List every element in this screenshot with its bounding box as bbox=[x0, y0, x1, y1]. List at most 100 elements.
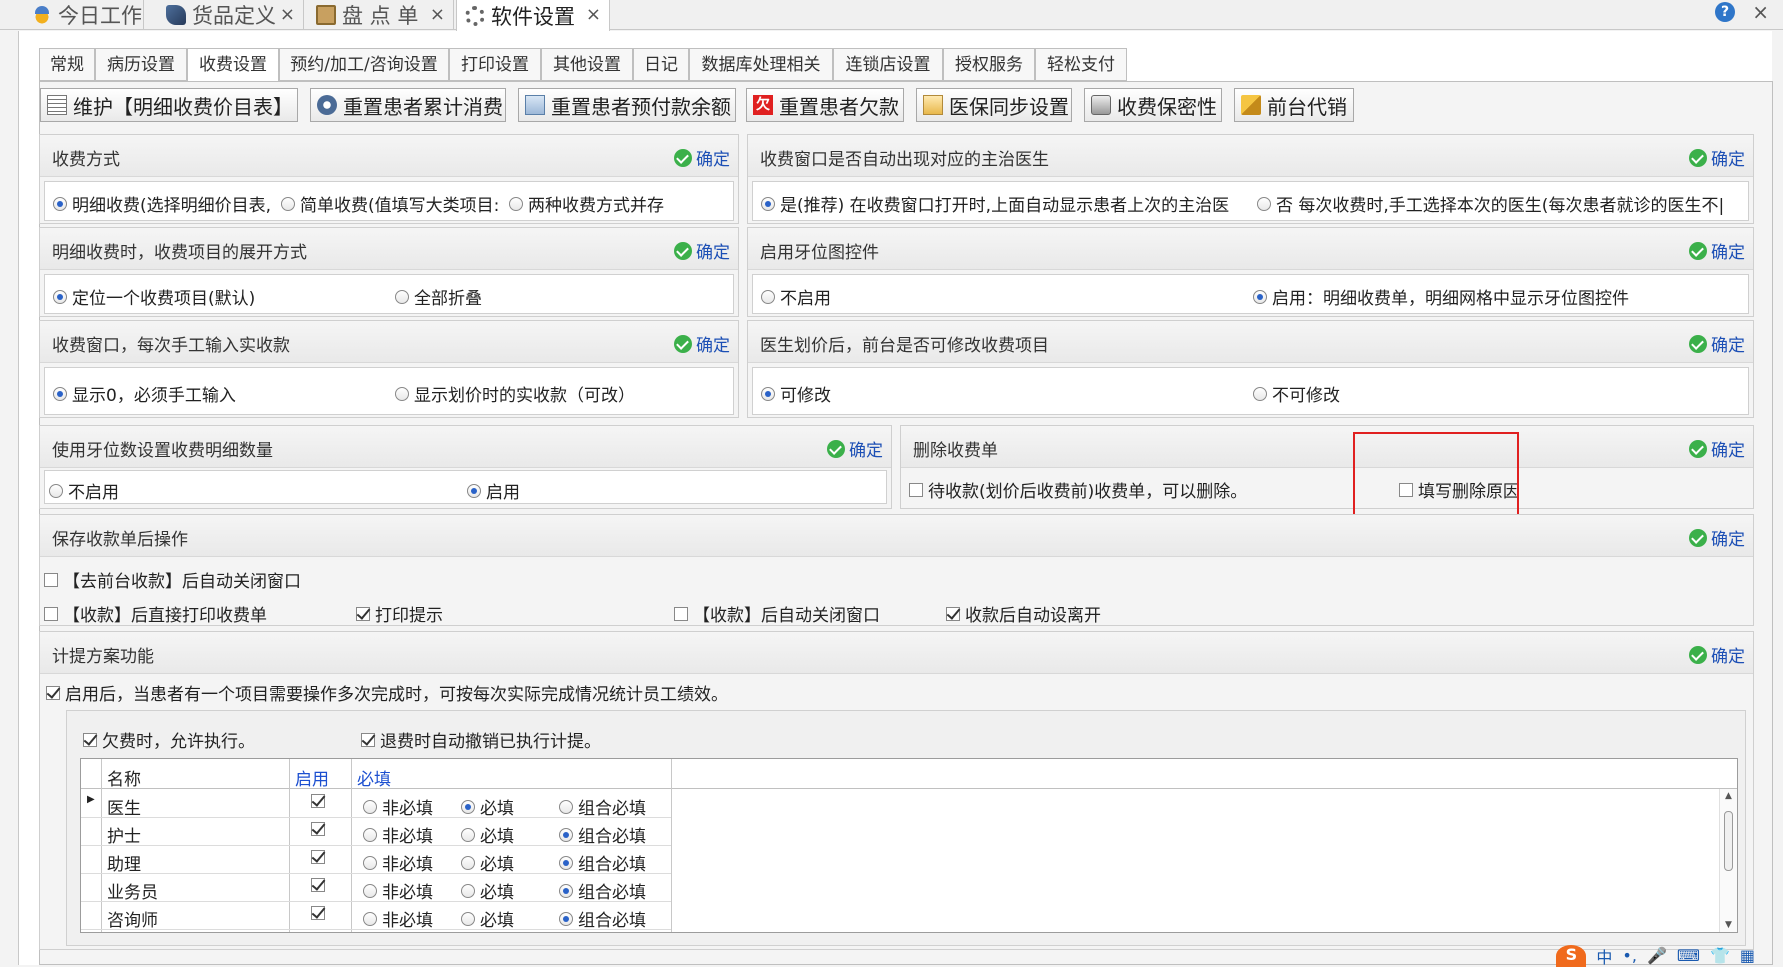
radio-button[interactable] bbox=[281, 196, 295, 211]
close-icon[interactable]: × bbox=[280, 4, 295, 25]
cell-required[interactable]: 必填 bbox=[461, 850, 514, 875]
radio-button[interactable] bbox=[461, 883, 475, 898]
checkbox[interactable] bbox=[311, 794, 325, 808]
checkbox[interactable] bbox=[311, 850, 325, 864]
cell-enabled[interactable] bbox=[311, 906, 330, 920]
checkbox-enable-commission[interactable]: 启用后，当患者有一个项目需要操作多次完成时，可按每次实际完成情况统计员工绩效。 bbox=[46, 680, 728, 705]
table-row[interactable]: ▶ 医生 非必填 必填 组合必填 bbox=[81, 790, 671, 819]
column-header-name[interactable]: 名称 bbox=[107, 765, 141, 790]
cell-enabled[interactable] bbox=[311, 822, 330, 836]
confirm-button[interactable]: 确定 bbox=[1689, 436, 1745, 461]
radio-button[interactable] bbox=[559, 827, 573, 842]
checkbox[interactable] bbox=[356, 606, 370, 621]
checkbox-print-after-collect[interactable]: 【收款】后直接打印收费单 bbox=[44, 601, 267, 626]
checkbox[interactable] bbox=[44, 606, 58, 621]
checkbox-print-prompt[interactable]: 打印提示 bbox=[356, 601, 443, 626]
front-agent-sale-button[interactable]: 前台代销 bbox=[1234, 88, 1354, 122]
checkbox[interactable] bbox=[311, 822, 325, 836]
radio-simple-charge[interactable]: 简单收费(值填写大类项目: bbox=[281, 191, 499, 216]
radio-button[interactable] bbox=[53, 289, 67, 304]
cell-enabled[interactable] bbox=[311, 878, 330, 892]
reset-owe-button[interactable]: 欠 重置患者欠款 bbox=[746, 88, 904, 122]
radio-button[interactable] bbox=[1253, 386, 1267, 401]
radio-button[interactable] bbox=[559, 883, 573, 898]
radio-button[interactable] bbox=[559, 855, 573, 870]
radio-collapse-all[interactable]: 全部折叠 bbox=[395, 284, 482, 309]
cell-enabled[interactable] bbox=[311, 850, 330, 864]
scroll-up-icon[interactable]: ▲ bbox=[1725, 791, 1732, 801]
radio-button[interactable] bbox=[461, 799, 475, 814]
cell-not-required[interactable]: 非必填 bbox=[363, 878, 433, 903]
tab-print[interactable]: 打印设置 bbox=[449, 48, 541, 81]
tab-chain-store[interactable]: 连锁店设置 bbox=[833, 48, 943, 81]
tab-other[interactable]: 其他设置 bbox=[541, 48, 633, 81]
radio-both-charge[interactable]: 两种收费方式并存 bbox=[509, 191, 664, 216]
doc-tab-inventory[interactable]: 盘 点 单 × bbox=[308, 0, 454, 30]
confirm-button[interactable]: 确定 bbox=[1689, 331, 1745, 356]
ime-toolbar[interactable]: S 中 •, 🎤 ⌨ 👕 ▦ bbox=[1556, 944, 1755, 967]
confirm-button[interactable]: 确定 bbox=[1689, 642, 1745, 667]
radio-button[interactable] bbox=[461, 827, 475, 842]
radio-button[interactable] bbox=[49, 483, 63, 498]
radio-locate-one[interactable]: 定位一个收费项目(默认) bbox=[53, 284, 255, 309]
close-icon[interactable]: × bbox=[586, 4, 601, 25]
tab-appointment[interactable]: 预约/加工/咨询设置 bbox=[279, 48, 449, 81]
checkbox[interactable] bbox=[946, 606, 960, 621]
cell-not-required[interactable]: 非必填 bbox=[363, 794, 433, 819]
cell-group-required[interactable]: 组合必填 bbox=[559, 906, 646, 931]
radio-button[interactable] bbox=[559, 911, 573, 926]
scroll-thumb[interactable] bbox=[1724, 811, 1733, 871]
radio-button[interactable] bbox=[363, 883, 377, 898]
cell-required[interactable]: 必填 bbox=[461, 906, 514, 931]
cell-required[interactable]: 必填 bbox=[461, 878, 514, 903]
checkbox-close-after-collect[interactable]: 【收款】后自动关闭窗口 bbox=[674, 601, 880, 626]
radio-button[interactable] bbox=[461, 911, 475, 926]
checkbox[interactable] bbox=[311, 906, 325, 920]
maintain-price-list-button[interactable]: 维护【明细收费价目表】 bbox=[40, 88, 298, 122]
checkbox[interactable] bbox=[83, 732, 97, 747]
radio-button[interactable] bbox=[461, 855, 475, 870]
microphone-icon[interactable]: 🎤 bbox=[1647, 946, 1667, 965]
radio-detail-charge[interactable]: 明细收费(选择明细价目表, bbox=[53, 191, 271, 216]
checkbox[interactable] bbox=[909, 482, 923, 497]
cell-group-required[interactable]: 组合必填 bbox=[559, 878, 646, 903]
checkbox-close-after-front-collect[interactable]: 【去前台收款】后自动关闭窗口 bbox=[44, 567, 301, 592]
radio-button[interactable] bbox=[761, 289, 775, 304]
shirt-icon[interactable]: 👕 bbox=[1710, 946, 1730, 965]
radio-auto-doctor-no[interactable]: 否 每次收费时,手工选择本次的医生(每次患者就诊的医生不| bbox=[1257, 191, 1724, 216]
cell-enabled[interactable] bbox=[311, 794, 330, 808]
checkbox[interactable] bbox=[311, 878, 325, 892]
radio-button[interactable] bbox=[363, 855, 377, 870]
checkbox[interactable] bbox=[361, 732, 375, 747]
radio-button[interactable] bbox=[1257, 196, 1271, 211]
radio-button[interactable] bbox=[509, 196, 523, 211]
radio-button[interactable] bbox=[559, 799, 573, 814]
tab-medical-record[interactable]: 病历设置 bbox=[95, 48, 187, 81]
tab-easy-pay[interactable]: 轻松支付 bbox=[1035, 48, 1127, 81]
checkbox-allow-delete-pending[interactable]: 待收款(划价后收费前)收费单，可以删除。 bbox=[909, 477, 1247, 502]
confirm-button[interactable]: 确定 bbox=[674, 238, 730, 263]
cell-not-required[interactable]: 非必填 bbox=[363, 822, 433, 847]
vertical-scrollbar[interactable]: ▲ ▼ bbox=[1719, 789, 1737, 932]
radio-button[interactable] bbox=[1253, 289, 1267, 304]
cell-group-required[interactable]: 组合必填 bbox=[559, 850, 646, 875]
radio-button[interactable] bbox=[53, 196, 67, 211]
radio-button[interactable] bbox=[761, 196, 775, 211]
radio-button[interactable] bbox=[395, 289, 409, 304]
charge-secrecy-button[interactable]: 收费保密性 bbox=[1084, 88, 1222, 122]
insurance-sync-button[interactable]: 医保同步设置 bbox=[916, 88, 1072, 122]
help-icon[interactable]: ? bbox=[1715, 2, 1735, 22]
doc-tab-today-work[interactable]: 今日工作 bbox=[24, 0, 144, 30]
confirm-button[interactable]: 确定 bbox=[827, 436, 883, 461]
table-row[interactable]: 咨询师 非必填 必填 组合必填 bbox=[81, 902, 671, 931]
cell-group-required[interactable]: 组合必填 bbox=[559, 822, 646, 847]
checkbox-auto-leave[interactable]: 收款后自动设离开 bbox=[946, 601, 1101, 626]
radio-button[interactable] bbox=[53, 386, 67, 401]
radio-button[interactable] bbox=[395, 386, 409, 401]
tab-authorization[interactable]: 授权服务 bbox=[943, 48, 1035, 81]
reset-prepay-balance-button[interactable]: 重置患者预付款余额 bbox=[518, 88, 736, 122]
confirm-button[interactable]: 确定 bbox=[674, 145, 730, 170]
table-row[interactable]: 助理 非必填 必填 组合必填 bbox=[81, 846, 671, 875]
tab-general[interactable]: 常规 bbox=[39, 48, 95, 81]
ime-language[interactable]: 中 bbox=[1596, 944, 1612, 967]
